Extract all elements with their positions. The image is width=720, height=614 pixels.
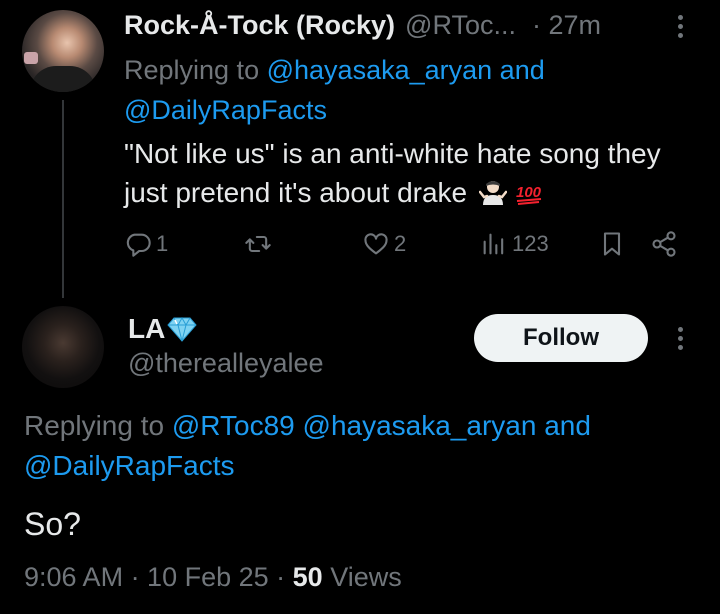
replying-prefix: Replying to <box>24 410 165 441</box>
thread-line <box>62 100 64 298</box>
like-count: 2 <box>394 231 407 256</box>
tweet-timestamp[interactable]: 9:06 AM · 10 Feb 25 · <box>24 562 293 592</box>
author-name[interactable]: LA <box>128 313 165 345</box>
retweet-button[interactable] <box>244 230 276 258</box>
more-icon[interactable] <box>676 327 684 350</box>
bookmark-icon <box>603 232 621 256</box>
bookmark-button[interactable] <box>598 230 626 258</box>
view-count: 123 <box>512 231 549 256</box>
share-icon <box>652 231 676 257</box>
shrug-emoji <box>478 181 507 205</box>
replying-to: Replying to @hayasaka_aryan and @DailyRa… <box>124 50 684 130</box>
author-handle[interactable]: @RToc... <box>405 10 516 41</box>
hundred-emoji: 100 <box>516 184 541 205</box>
reply-count: 1 <box>156 231 169 256</box>
mention-link[interactable]: @DailyRapFacts <box>24 450 234 481</box>
share-button[interactable] <box>650 230 678 258</box>
reply-button[interactable]: 1 <box>124 230 168 258</box>
like-icon <box>364 233 388 255</box>
replying-to: Replying to @RToc89 @hayasaka_aryan and … <box>24 406 684 486</box>
mention-link[interactable]: @hayasaka_aryan <box>267 55 493 85</box>
reply-icon <box>126 233 151 257</box>
avatar-detail <box>30 66 96 92</box>
views-label: Views <box>330 562 402 592</box>
follow-button[interactable]: Follow <box>474 314 648 362</box>
replying-and[interactable]: and <box>544 410 591 441</box>
mention-link[interactable]: @DailyRapFacts <box>124 95 327 125</box>
tweet-header: Rock-Å-Tock (Rocky) @RToc... · 27m <box>124 10 601 44</box>
author-handle[interactable]: @therealleyalee <box>128 348 324 379</box>
tweet-meta: 9:06 AM · 10 Feb 25 · 50 Views <box>24 562 402 593</box>
tweet-text-container: "Not like us" is an anti-white hate song… <box>124 134 704 212</box>
mention-link[interactable]: @hayasaka_aryan <box>303 410 537 441</box>
author-avatar[interactable] <box>22 306 104 388</box>
avatar-detail <box>24 52 38 64</box>
replying-prefix: Replying to <box>124 55 260 85</box>
author-name[interactable]: Rock-Å-Tock (Rocky) <box>124 10 395 41</box>
tweet-text: So? <box>24 506 81 542</box>
gem-icon <box>167 316 197 342</box>
more-icon[interactable] <box>676 15 684 38</box>
tweet-text: "Not like us" is an anti-white hate song… <box>124 138 661 208</box>
retweet-icon <box>245 235 271 253</box>
mention-link[interactable]: @RToc89 <box>172 410 295 441</box>
views-button[interactable]: 123 <box>480 230 549 258</box>
author-name-row: LA <box>128 313 197 345</box>
like-button[interactable]: 2 <box>362 230 406 258</box>
replying-and[interactable]: and <box>500 55 545 85</box>
views-count: 50 <box>292 562 323 592</box>
author-avatar[interactable] <box>22 10 104 92</box>
views-icon <box>483 233 504 255</box>
tweet-time[interactable]: · 27m <box>532 10 601 41</box>
tweet-actions: 1 2 123 <box>124 226 684 266</box>
